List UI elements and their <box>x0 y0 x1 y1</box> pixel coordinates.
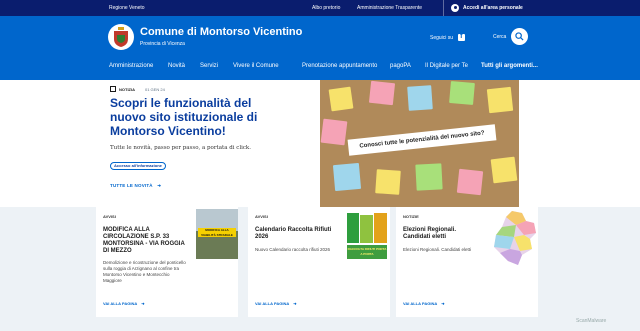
card-thumbnail: MODIFICA ALLA VIABILITÀ STRADALE <box>196 209 238 259</box>
thumbnail-caption: MODIFICA ALLA VIABILITÀ STRADALE <box>198 228 236 237</box>
thumbnail-caption: RACCOLTA RIFIUTI PORTA A PORTA <box>347 245 387 259</box>
hero-image-caption: Conosci tutte le potenzialità del nuovo … <box>347 124 497 156</box>
news-badge: NOTIZIA 01 GEN 24 <box>110 86 165 92</box>
search-icon <box>515 32 524 41</box>
topic-tag[interactable]: Accesso all'informazione <box>110 162 166 170</box>
card-category: AVVISI <box>255 214 268 219</box>
social-label: Seguici su <box>430 34 454 41</box>
arrow-right-icon: ➜ <box>293 301 297 306</box>
badge-label: NOTIZIA <box>119 86 135 92</box>
card-title[interactable]: Calendario Raccolta Rifiuti 2026 <box>255 227 340 241</box>
login-label: Accedi all'area personale <box>463 5 523 11</box>
card-description: Nuovo Calendario raccolta rifiuti 2026 <box>255 247 331 252</box>
sticky-note <box>415 163 443 191</box>
sticky-note <box>490 156 518 184</box>
card-title[interactable]: Elezioni Regionali. Candidati eletti <box>403 227 481 241</box>
nav-item-prenotazione[interactable]: Prenotazione appuntamento <box>302 63 377 69</box>
nav-item-novita[interactable]: Novità <box>168 63 185 69</box>
card-link[interactable]: VAI ALLA PAGINA ➜ <box>403 301 445 306</box>
sticky-note <box>332 162 362 192</box>
sticky-note <box>328 86 354 112</box>
hero-description: Tutte le novità, passo per passo, a port… <box>110 145 252 151</box>
card-link[interactable]: VAI ALLA PAGINA ➜ <box>255 301 297 306</box>
news-date: 01 GEN 24 <box>145 86 165 92</box>
nav-item-pagopa[interactable]: pagoPA <box>390 63 411 69</box>
nav-item-servizi[interactable]: Servizi <box>200 63 218 69</box>
site-subtitle: Provincia di Vicenza <box>140 41 185 47</box>
login-button[interactable]: Accedi all'area personale <box>451 0 523 16</box>
site-title[interactable]: Comune di Montorso Vicentino <box>140 26 302 38</box>
nav-item-vivere[interactable]: Vivere il Comune <box>233 63 279 69</box>
card-thumbnail: RACCOLTA RIFIUTI PORTA A PORTA <box>346 211 388 261</box>
card-description: Demolizione e ricostruzione del ponticel… <box>103 260 186 283</box>
card-category: NOTIZIE <box>403 214 419 219</box>
amministrazione-trasparente-link[interactable]: Amministrazione Trasparente <box>357 5 422 11</box>
search-button[interactable] <box>511 28 528 45</box>
user-icon <box>451 4 459 12</box>
hero-title[interactable]: Scopri le funzionalità del nuovo sito is… <box>110 96 260 138</box>
nav-item-amministrazione[interactable]: Amministrazione <box>109 63 153 69</box>
nav-item-digitale[interactable]: Il Digitale per Te <box>425 63 468 69</box>
all-news-link[interactable]: TUTTE LE NOVITÀ ➜ <box>110 183 161 189</box>
albo-pretorio-link[interactable]: Albo pretorio <box>312 5 340 11</box>
card-category: AVVISI <box>103 214 116 219</box>
hero-right-space <box>519 80 640 207</box>
card-link-label: VAI ALLA PAGINA <box>103 301 138 306</box>
card-title[interactable]: MODIFICA ALLA CIRCOLAZIONE S.P. 33 MONTO… <box>103 227 188 255</box>
sticky-note <box>407 85 433 111</box>
veneto-map-image <box>494 211 536 265</box>
news-card[interactable]: AVVISI Calendario Raccolta Rifiuti 2026 … <box>248 207 390 317</box>
arrow-right-icon: ➜ <box>441 301 445 306</box>
main-navigation: Amministrazione Novità Servizi Vivere il… <box>0 60 640 80</box>
calendar-icon <box>110 86 116 92</box>
social-links: Seguici su <box>430 33 466 41</box>
news-card[interactable]: AVVISI MODIFICA ALLA CIRCOLAZIONE S.P. 3… <box>96 207 238 317</box>
scanmalware-watermark: ScanMalware <box>576 318 607 324</box>
card-link-label: VAI ALLA PAGINA <box>255 301 290 306</box>
sticky-note <box>486 86 514 114</box>
sticky-note <box>368 80 396 106</box>
search-label: Cerca <box>493 34 507 40</box>
all-news-label: TUTTE LE NOVITÀ <box>110 183 153 188</box>
card-link[interactable]: VAI ALLA PAGINA ➜ <box>103 301 145 306</box>
news-card[interactable]: NOTIZIE Elezioni Regionali. Candidati el… <box>396 207 538 317</box>
region-link[interactable]: Regione Veneto <box>109 5 145 11</box>
arrow-right-icon: ➜ <box>141 301 145 306</box>
hero-image: Conosci tutte le potenzialità del nuovo … <box>320 80 519 207</box>
card-description: Elezioni Regionali. Candidati eletti <box>403 247 472 252</box>
top-bar: Regione Veneto Albo pretorio Amministraz… <box>0 0 640 16</box>
sticky-note <box>320 118 348 146</box>
sticky-note <box>456 168 484 196</box>
sticky-note <box>375 169 401 195</box>
divider <box>443 0 444 16</box>
facebook-icon[interactable] <box>458 33 466 41</box>
arrow-right-icon: ➜ <box>157 183 162 188</box>
site-header: Comune di Montorso Vicentino Provincia d… <box>0 16 640 80</box>
coat-of-arms-logo[interactable] <box>108 24 134 50</box>
card-link-label: VAI ALLA PAGINA <box>403 301 438 306</box>
sticky-note <box>449 80 475 106</box>
nav-item-all-topics[interactable]: Tutti gli argomenti... <box>481 63 538 69</box>
